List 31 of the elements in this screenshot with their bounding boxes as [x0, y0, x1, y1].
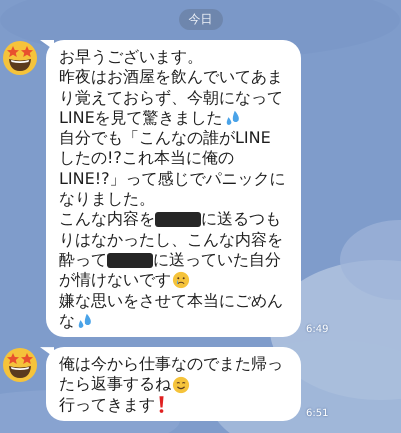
sad-face-icon	[172, 271, 190, 290]
message-text: お早うございます。	[59, 47, 203, 68]
message-text: LINE!?」って感じでパニックに	[59, 168, 286, 190]
message-text: り覚えておらず、今朝になって	[59, 88, 283, 108]
message-text: 俺は今から仕事なのでまた帰っ	[59, 354, 283, 374]
message-text: に送るつも	[201, 209, 281, 230]
message-text: したの!?これ本当に俺の	[59, 148, 234, 169]
message-text: 行ってきます	[59, 394, 155, 416]
message-text: 嫌な思いをさせて本当にごめん	[59, 290, 283, 311]
exclamation-icon	[159, 396, 164, 414]
message-text: な	[59, 310, 75, 332]
message-text: に送っていた自分	[153, 250, 281, 270]
message-text: たら返事するね	[59, 374, 171, 395]
message-text: 酔って	[59, 250, 107, 270]
message-text: こんな内容を	[59, 209, 155, 230]
sweat-drops-icon	[224, 109, 242, 128]
avatar-icon	[2, 347, 38, 384]
message-time: 6:49	[306, 324, 328, 336]
date-label: 今日	[178, 9, 222, 30]
sweat-drops-icon	[76, 312, 94, 330]
message-text: 昨夜はお酒屋を飲んでいてあま	[59, 67, 283, 88]
redaction-block	[107, 252, 153, 268]
message-text: LINEを見て驚きました	[59, 108, 223, 128]
avatar-icon	[2, 40, 38, 76]
message-text: なりました。	[59, 189, 155, 210]
smiling-face-icon	[172, 376, 190, 394]
message-text: 自分でも「こんなの誰がLINE	[59, 128, 271, 148]
redaction-block	[155, 212, 201, 228]
message-text: が情けないです	[59, 270, 171, 291]
message-time: 6:51	[306, 408, 328, 420]
message-text: りはなかったし、こんな内容を	[59, 230, 283, 250]
